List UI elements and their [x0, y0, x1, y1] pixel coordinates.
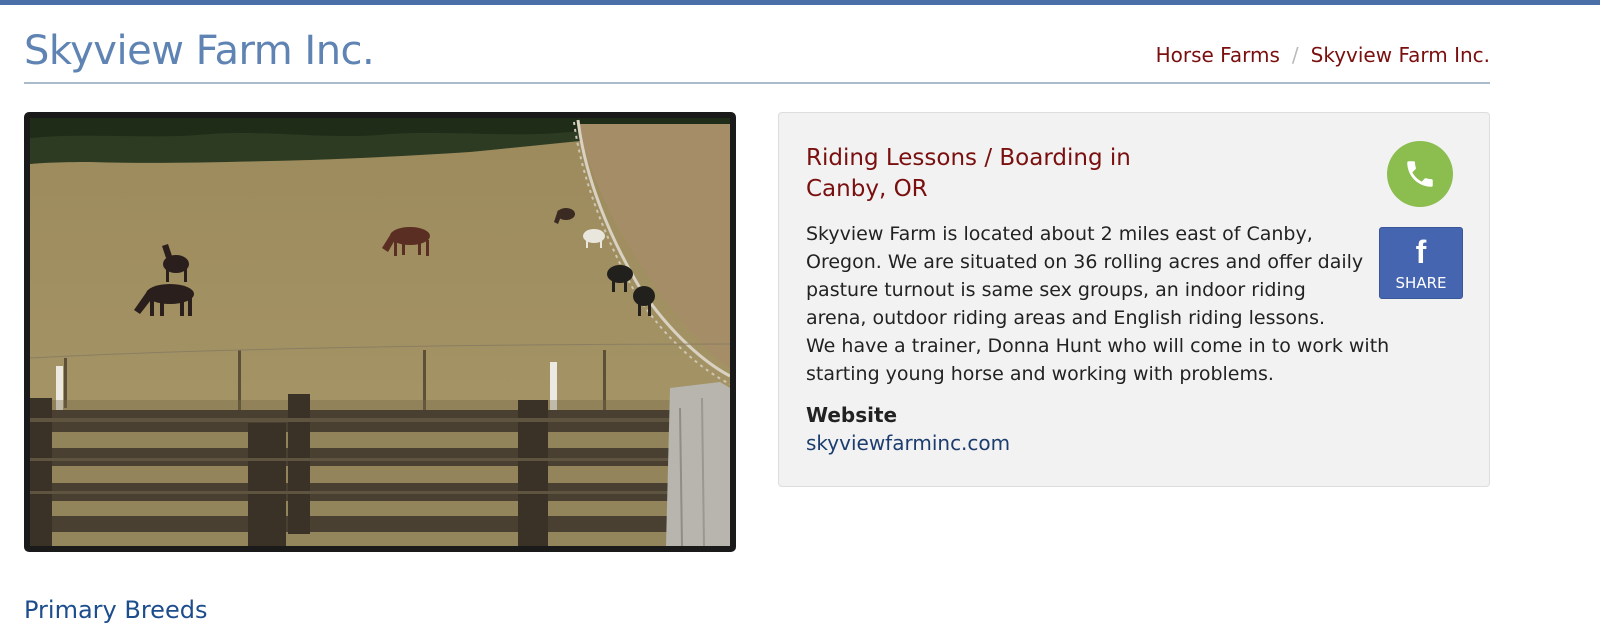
top-accent-bar — [0, 0, 1600, 5]
breadcrumb-horse-farms[interactable]: Horse Farms — [1156, 43, 1280, 67]
phone-button[interactable] — [1387, 141, 1453, 207]
website-link[interactable]: skyviewfarminc.com — [806, 431, 1010, 455]
description-paragraph-2: We have a trainer, Donna Hunt who will c… — [806, 335, 1390, 385]
farm-description: Skyview Farm is located about 2 miles ea… — [806, 220, 1446, 388]
card-heading: Riding Lessons / Boarding in Canby, OR — [806, 145, 1131, 202]
farm-info-card: Riding Lessons / Boarding in Canby, OR f… — [778, 112, 1490, 487]
breadcrumb-separator: / — [1291, 43, 1299, 67]
farm-photo — [24, 112, 736, 552]
farm-photo-image — [30, 118, 730, 546]
breadcrumb-current[interactable]: Skyview Farm Inc. — [1311, 43, 1490, 67]
page-title: Skyview Farm Inc. — [24, 28, 375, 74]
breadcrumb: Horse Farms / Skyview Farm Inc. — [1156, 43, 1490, 67]
title-divider — [24, 82, 1490, 84]
phone-icon — [1407, 161, 1433, 187]
primary-breeds-heading: Primary Breeds — [24, 596, 208, 624]
description-paragraph-1: Skyview Farm is located about 2 miles ea… — [806, 223, 1364, 329]
website-label: Website — [806, 403, 898, 427]
